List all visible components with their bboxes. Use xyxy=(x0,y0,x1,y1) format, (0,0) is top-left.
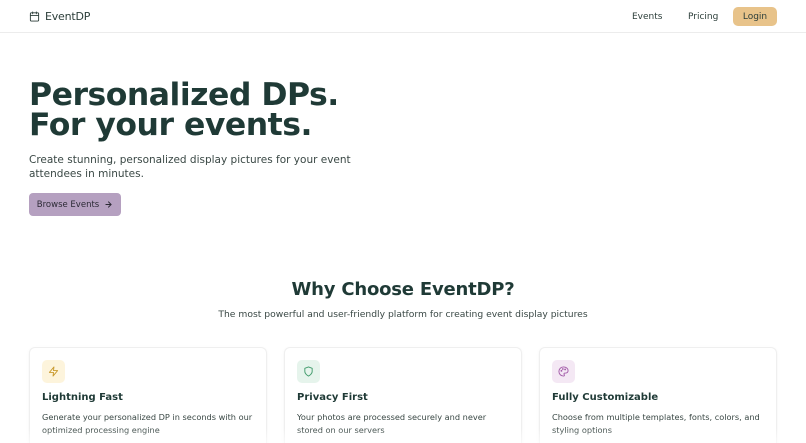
feature-card-description: Generate your personalized DP in seconds… xyxy=(42,412,253,435)
shield-icon-badge xyxy=(297,360,320,383)
brand-logo[interactable]: EventDP xyxy=(29,10,90,23)
palette-icon xyxy=(558,366,569,377)
browse-events-label: Browse Events xyxy=(36,199,100,210)
hero-title: Personalized DPs. For your events. xyxy=(29,79,339,143)
nav-link-events[interactable]: Events xyxy=(632,12,662,22)
hero-subtitle: Create stunning, personalized display pi… xyxy=(29,154,351,180)
feature-card-title: Privacy First xyxy=(297,392,368,403)
nav-link-pricing[interactable]: Pricing xyxy=(688,12,718,22)
feature-card-description: Choose from multiple templates, fonts, c… xyxy=(552,412,760,435)
feature-card-title: Fully Customizable xyxy=(552,392,659,403)
features-title: Why Choose EventDP? xyxy=(291,279,515,300)
lightning-icon-badge xyxy=(42,360,65,383)
feature-card-fully-customizable: Fully Customizable Choose from multiple … xyxy=(539,347,777,443)
calendar-icon xyxy=(29,11,40,22)
shield-icon xyxy=(304,366,313,377)
hero-title-line2: For your events. xyxy=(29,107,312,143)
lightning-icon xyxy=(48,366,59,377)
palette-icon-badge xyxy=(552,360,575,383)
feature-card-description: Your photos are processed securely and n… xyxy=(297,412,487,435)
feature-card-privacy-first: Privacy First Your photos are processed … xyxy=(284,347,522,443)
login-button[interactable]: Login xyxy=(733,7,777,26)
arrow-right-icon xyxy=(105,201,112,208)
brand-name: EventDP xyxy=(45,10,91,23)
browse-events-button[interactable]: Browse Events xyxy=(29,193,121,216)
features-subtitle: The most powerful and user-friendly plat… xyxy=(218,309,588,320)
navbar: EventDP Events Pricing Login xyxy=(0,0,806,33)
feature-card-title: Lightning Fast xyxy=(42,392,123,403)
feature-card-lightning-fast: Lightning Fast Generate your personalize… xyxy=(29,347,267,443)
